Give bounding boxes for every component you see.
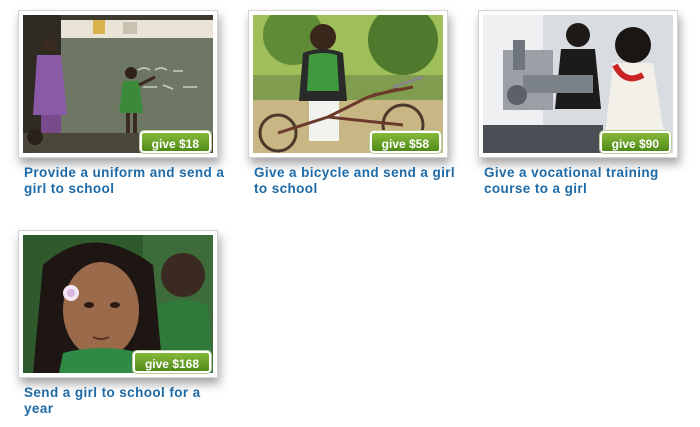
photo-frame: give $58: [248, 10, 448, 158]
give-button[interactable]: give $168: [132, 351, 211, 373]
photo-frame: give $168: [18, 230, 218, 378]
give-button[interactable]: give $18: [139, 131, 211, 153]
gift-caption-link[interactable]: Provide a uniform and send a girl to sch…: [24, 165, 234, 197]
give-button[interactable]: give $58: [369, 131, 441, 153]
gift-caption-link[interactable]: Give a bicycle and send a girl to school: [254, 165, 464, 197]
photo-frame: give $90: [478, 10, 678, 158]
gift-caption-link[interactable]: Give a vocational training course to a g…: [484, 165, 694, 197]
give-button[interactable]: give $90: [599, 131, 671, 153]
gift-caption-link[interactable]: Send a girl to school for a year: [24, 385, 234, 417]
photo-frame: give $18: [18, 10, 218, 158]
